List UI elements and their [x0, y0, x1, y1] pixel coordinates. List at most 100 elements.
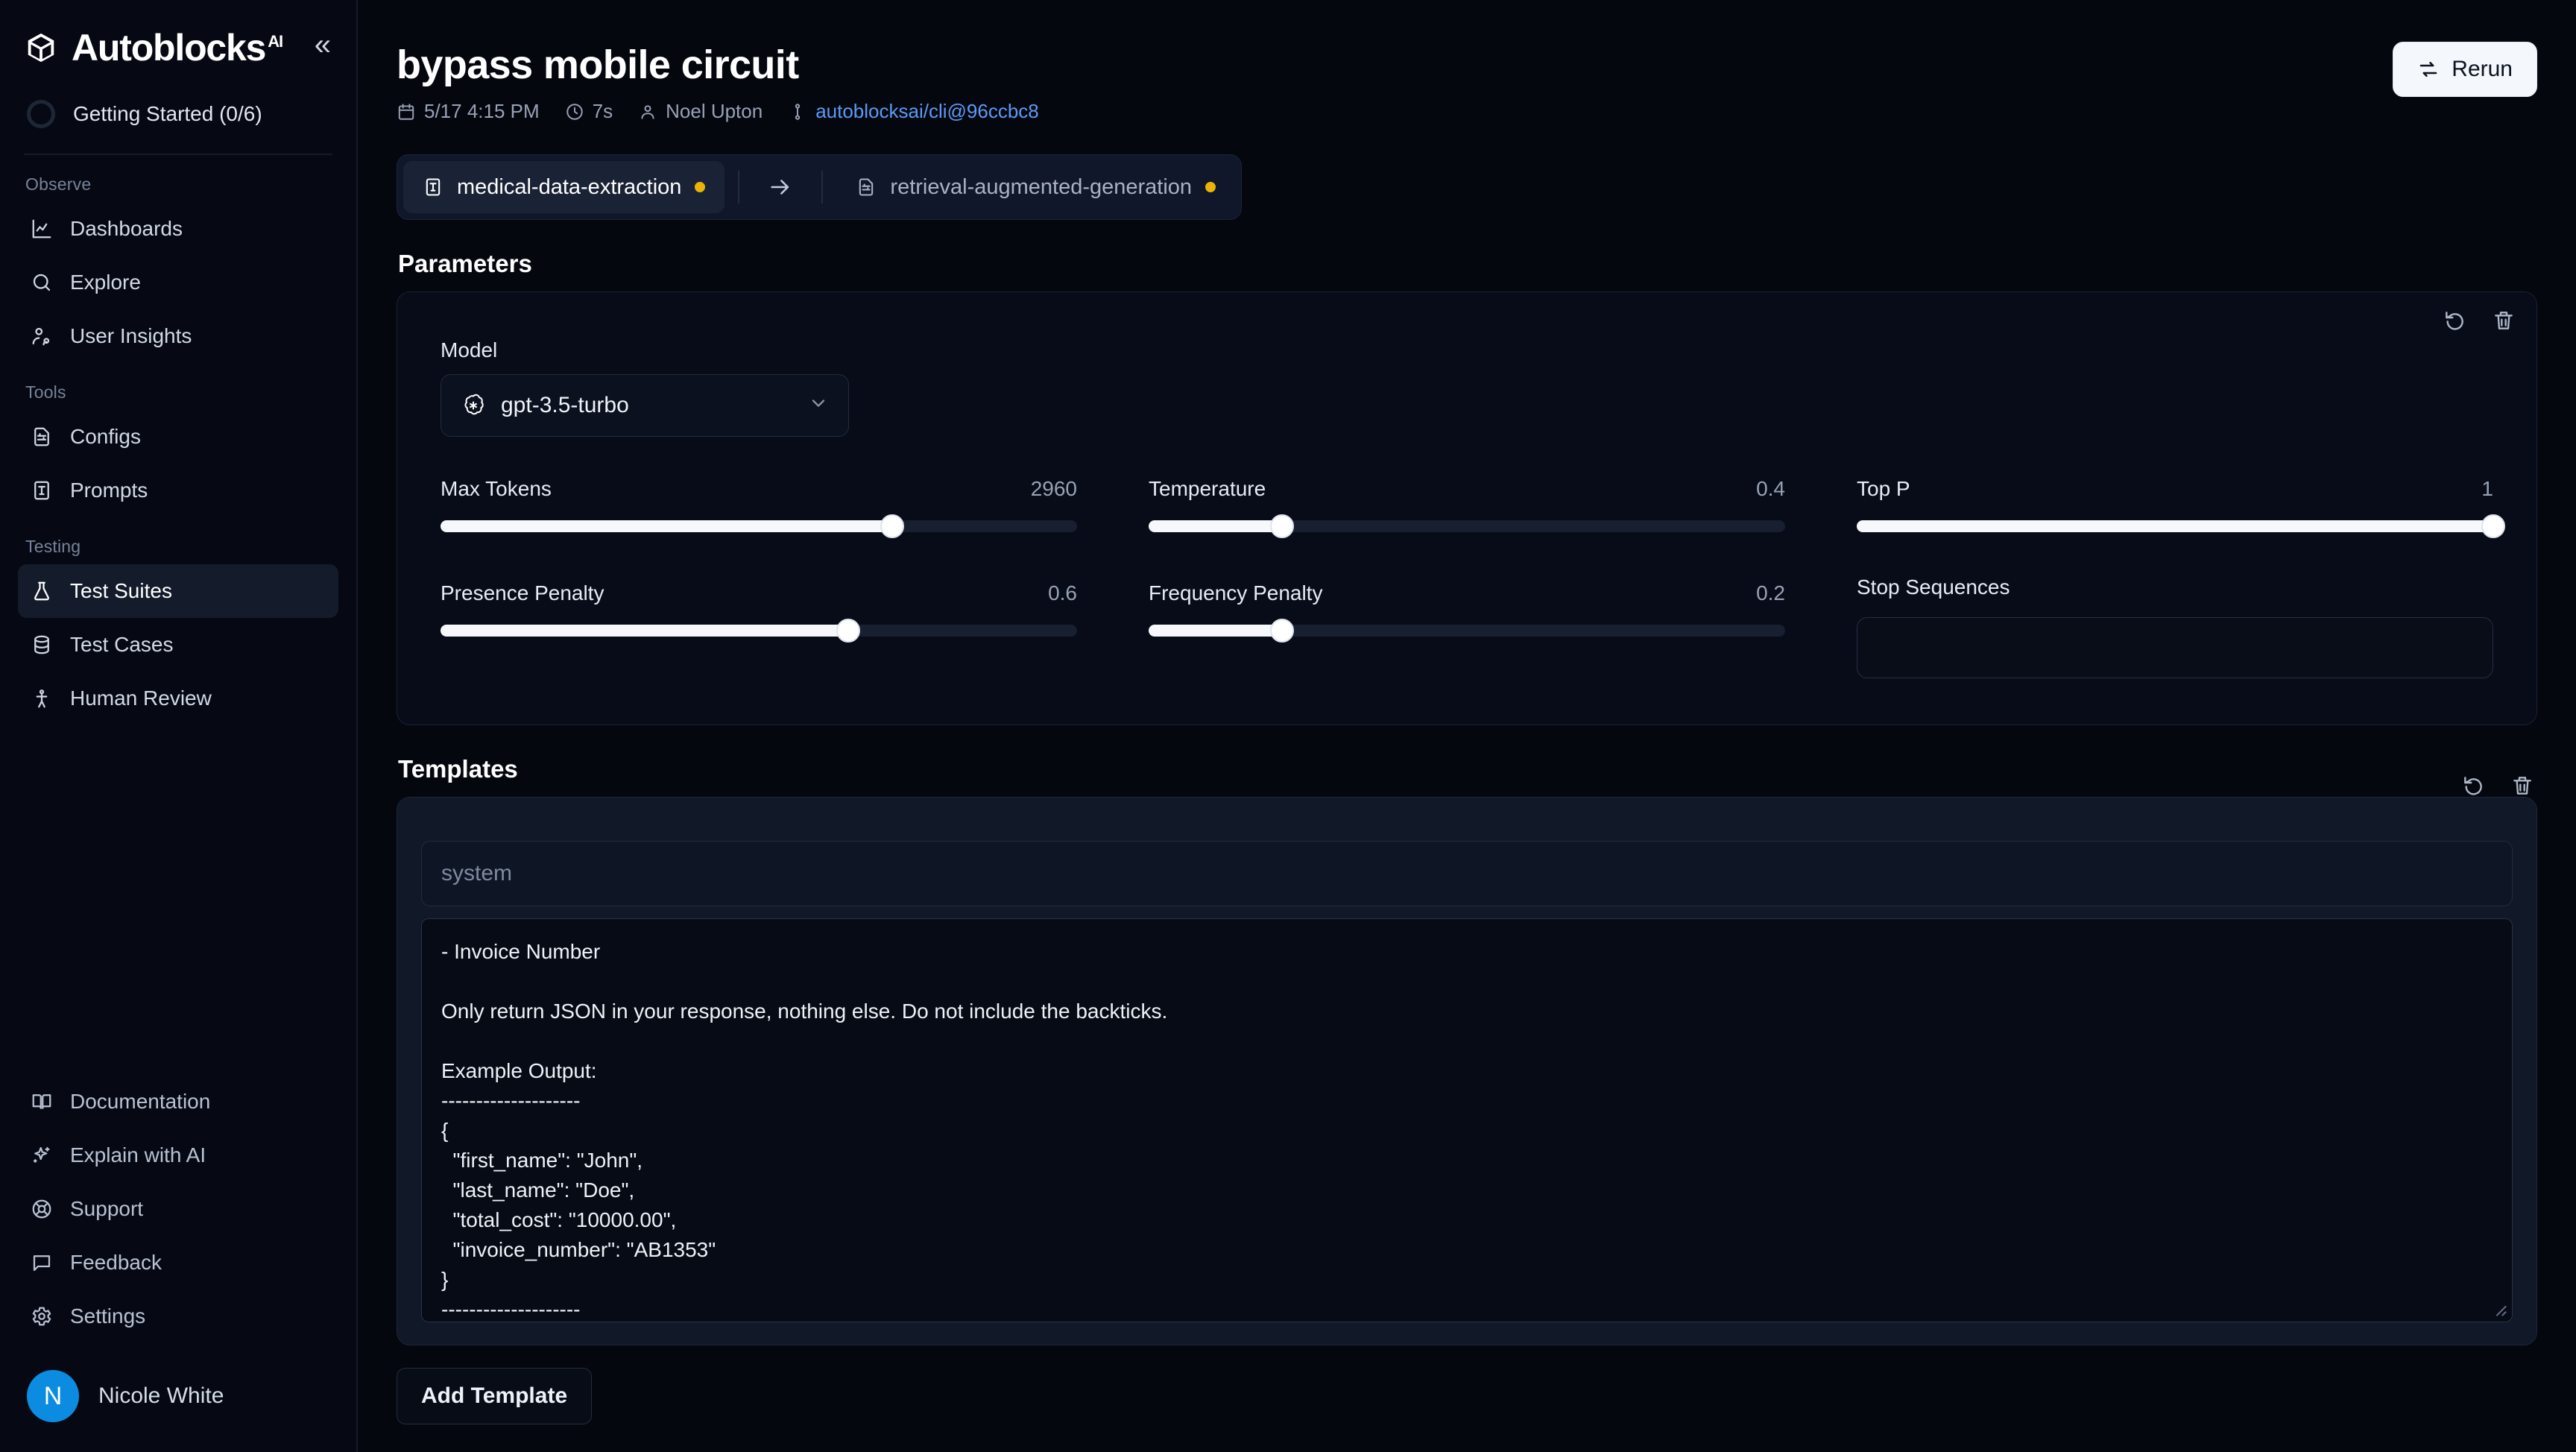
slider-fill	[1149, 625, 1283, 637]
sidebar-item-documentation[interactable]: Documentation	[18, 1075, 338, 1129]
slider-value: 0.2	[1756, 581, 1785, 605]
template-card-actions	[2461, 774, 2534, 798]
page-header: bypass mobile circuit 5/17 4:15 PM 7s No…	[397, 42, 2537, 123]
slider-track[interactable]	[441, 514, 1077, 539]
slider-max-tokens: Max Tokens 2960	[441, 477, 1077, 543]
slider-thumb[interactable]	[1270, 514, 1295, 539]
sidebar-item-prompts[interactable]: Prompts	[18, 464, 338, 517]
template-card: system - Invoice Number Only return JSON…	[397, 777, 2537, 1346]
getting-started-item[interactable]: Getting Started (0/6)	[0, 72, 356, 128]
slider-label: Presence Penalty	[441, 581, 604, 605]
user-name: Nicole White	[98, 1383, 224, 1408]
meta-duration: 7s	[565, 100, 613, 123]
database-icon	[30, 633, 54, 657]
sidebar-item-label: Test Suites	[70, 579, 172, 602]
slider-head: Frequency Penalty 0.2	[1149, 581, 1785, 605]
slider-value: 2960	[1030, 477, 1077, 501]
slider-thumb[interactable]	[880, 514, 905, 539]
user-account-row[interactable]: N Nicole White	[0, 1351, 356, 1452]
rerun-button[interactable]: Rerun	[2393, 42, 2537, 97]
clock-icon	[566, 103, 583, 120]
openai-icon	[464, 394, 484, 415]
model-select-value: gpt-3.5-turbo	[501, 393, 629, 418]
chip-retrieval-augmented-generation[interactable]: retrieval-augmented-generation	[836, 161, 1235, 213]
slider-track[interactable]	[1149, 514, 1785, 539]
arrow-right-icon	[753, 174, 808, 200]
avatar: N	[27, 1370, 79, 1422]
life-buoy-icon	[30, 1197, 54, 1221]
template-name-placeholder: system	[441, 861, 513, 886]
page-title: bypass mobile circuit	[397, 42, 799, 87]
undo-icon[interactable]	[2461, 774, 2485, 798]
slider-value: 1	[2481, 477, 2493, 501]
sidebar-item-label: Configs	[70, 425, 141, 448]
resize-handle[interactable]	[2491, 1301, 2507, 1317]
sidebar-item-explore[interactable]: Explore	[18, 256, 338, 309]
slider-thumb[interactable]	[2481, 514, 2505, 539]
double-chevron-left-icon[interactable]: «	[315, 30, 331, 66]
sidebar: Autoblocks AI « Getting Started (0/6) Obs…	[0, 0, 358, 1452]
sidebar-item-label: Dashboards	[70, 217, 183, 240]
slider-top-p: Top P 1	[1857, 477, 2505, 543]
sidebar-item-user-insights[interactable]: User Insights	[18, 309, 338, 363]
meta-branch[interactable]: autoblocksai/cli@96ccbc8	[788, 100, 1039, 123]
stop-sequences-label: Stop Sequences	[1857, 575, 2010, 599]
chip-medical-data-extraction[interactable]: medical-data-extraction	[403, 161, 725, 214]
line-chart-icon	[30, 217, 54, 241]
person-icon	[30, 686, 54, 710]
gear-icon	[30, 1304, 54, 1328]
nav-section-header-observe: Observe	[25, 174, 92, 194]
sidebar-item-label: Human Review	[70, 686, 212, 710]
meta-date: 5/17 4:15 PM	[397, 100, 540, 123]
trash-icon[interactable]	[2492, 309, 2516, 332]
sidebar-item-dashboards[interactable]: Dashboards	[18, 202, 338, 256]
slider-presence-penalty: Presence Penalty 0.6	[441, 581, 1077, 689]
getting-started-label: Getting Started (0/6)	[73, 102, 262, 125]
sidebar-item-test-suites[interactable]: Test Suites	[18, 564, 338, 618]
text-document-icon	[426, 178, 441, 196]
flask-icon	[30, 579, 54, 603]
rerun-button-label: Rerun	[2452, 57, 2513, 81]
slider-track[interactable]	[1149, 619, 1785, 643]
main-content: bypass mobile circuit 5/17 4:15 PM 7s No…	[358, 0, 2576, 1452]
undo-icon[interactable]	[2443, 309, 2466, 332]
sidebar-item-configs[interactable]: Configs	[18, 410, 338, 464]
slider-head: Presence Penalty 0.6	[441, 581, 1077, 605]
template-name-input[interactable]: system	[421, 841, 2513, 907]
trash-icon[interactable]	[2510, 774, 2534, 798]
sidebar-item-feedback[interactable]: Feedback	[18, 1236, 338, 1290]
sparkles-icon	[30, 1143, 54, 1167]
slider-track[interactable]	[1857, 514, 2505, 539]
nav-section-header-tools: Tools	[25, 382, 66, 402]
sidebar-item-settings[interactable]: Settings	[18, 1290, 338, 1343]
slider-track[interactable]	[441, 619, 1077, 643]
page-header-left: bypass mobile circuit 5/17 4:15 PM 7s No…	[397, 42, 1039, 123]
slider-thumb[interactable]	[1270, 619, 1295, 643]
parameters-section-title: Parameters	[398, 250, 532, 278]
slider-thumb[interactable]	[836, 619, 860, 643]
stop-sequences-input[interactable]	[1857, 617, 2493, 679]
sidebar-item-explain-with-ai[interactable]: Explain with AI	[18, 1129, 338, 1182]
nav-testing: Testing Test Suites Test Cases Human Rev…	[0, 517, 356, 725]
autoblocks-cube-icon	[24, 31, 58, 65]
sidebar-item-label: Explore	[70, 271, 141, 294]
brand-row: Autoblocks AI «	[0, 0, 356, 72]
sidebar-item-support[interactable]: Support	[18, 1182, 338, 1236]
model-select[interactable]: gpt-3.5-turbo	[441, 374, 849, 438]
pipeline-breadcrumb: medical-data-extraction retrieval-augmen…	[397, 154, 1243, 221]
slider-head: Temperature 0.4	[1149, 477, 1785, 501]
template-body-textarea[interactable]: - Invoice Number Only return JSON in you…	[421, 918, 2513, 1323]
sidebar-item-test-cases[interactable]: Test Cases	[18, 618, 338, 672]
sidebar-item-human-review[interactable]: Human Review	[18, 672, 338, 725]
slider-label: Frequency Penalty	[1149, 581, 1323, 605]
meta-author: Noel Upton	[638, 100, 763, 123]
meta-branch-link[interactable]: autoblocksai/cli@96ccbc8	[815, 100, 1039, 123]
sidebar-bottom-nav: Documentation Explain with AI Support Fe…	[0, 1075, 356, 1351]
chip-separator	[821, 171, 824, 204]
model-field: Model gpt-3.5-turbo	[441, 338, 2493, 438]
add-template-button[interactable]: Add Template	[397, 1368, 593, 1425]
slider-frequency-penalty: Frequency Penalty 0.2	[1149, 581, 1785, 689]
brand-superscript: AI	[268, 32, 283, 51]
chip-label: retrieval-augmented-generation	[890, 174, 1193, 199]
